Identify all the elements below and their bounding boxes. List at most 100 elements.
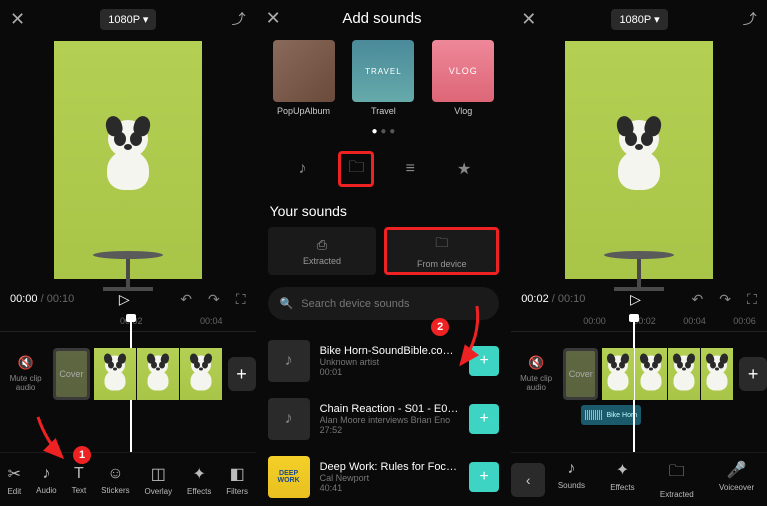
- sound-row[interactable]: DEEPWORK Deep Work: Rules for Focused…Cal…: [268, 448, 500, 506]
- sound-artist: Unknown artist: [320, 357, 460, 367]
- editor-panel-3: ✕ 1080P ▾ ⤴ 00:02 / 00:10 ▷ ↶ ↷ ⛶ 00:000…: [511, 0, 767, 506]
- extracted-subtab[interactable]: ⎙ Extracted: [268, 227, 377, 275]
- add-sound-button[interactable]: +: [469, 346, 499, 376]
- source-tabs: ♪ 🗀 ≡ ★: [256, 143, 512, 195]
- editor-panel-1: ✕ 1080P ▾ ⤴ 00:00 / 00:10 ▷ ↶ ↷ ⛶ 00:020…: [0, 0, 256, 506]
- list-tab[interactable]: ≡: [392, 151, 428, 187]
- close-icon[interactable]: ✕: [266, 8, 281, 29]
- album-row: PopUpAlbum TRAVELTravel VLOGVlog: [256, 36, 512, 120]
- fullscreen-icon[interactable]: ⛶: [236, 291, 246, 308]
- album-popupalbum[interactable]: PopUpAlbum: [273, 40, 335, 116]
- time-display: 00:00 / 00:10: [10, 293, 74, 305]
- folder-tab[interactable]: 🗀: [338, 151, 374, 187]
- carousel-dots[interactable]: ● ● ●: [256, 120, 512, 143]
- sound-duration: 40:41: [320, 483, 460, 493]
- album-vlog[interactable]: VLOGVlog: [432, 40, 494, 116]
- sound-artist: Cal Newport: [320, 473, 460, 483]
- bottom-toolbar: ✂Edit ♪Audio TText ☺Stickers ◫Overlay ✦Effect…: [0, 452, 256, 506]
- resolution-selector[interactable]: 1080P ▾: [100, 9, 156, 30]
- tool-filters[interactable]: ◧Filters: [226, 464, 248, 496]
- mute-label: Mute clip audio: [511, 375, 561, 393]
- tool-text[interactable]: TText: [72, 465, 87, 495]
- extracted-icon: 🗀: [669, 460, 685, 487]
- sound-title: Deep Work: Rules for Focused…: [320, 461, 460, 473]
- album-thumbnail: VLOG: [432, 40, 494, 102]
- mute-label: Mute clip audio: [0, 375, 51, 393]
- video-preview[interactable]: [0, 38, 256, 282]
- cover-button[interactable]: Cover: [53, 348, 89, 400]
- tool-effects[interactable]: ✦Effects: [610, 460, 634, 499]
- filters-icon: ◧: [230, 464, 245, 484]
- resolution-selector[interactable]: 1080P ▾: [611, 9, 667, 30]
- export-icon[interactable]: ⤴: [232, 9, 246, 29]
- effects-icon: ✦: [192, 464, 205, 484]
- video-preview[interactable]: [511, 38, 767, 282]
- album-travel[interactable]: TRAVELTravel: [352, 40, 414, 116]
- music-note-icon: ♪: [268, 340, 310, 382]
- effects-icon: ✦: [616, 460, 629, 480]
- voiceover-icon: 🎤: [727, 460, 747, 480]
- tool-extracted[interactable]: 🗀Extracted: [660, 460, 694, 499]
- play-button[interactable]: ▷: [630, 291, 641, 308]
- close-icon[interactable]: ✕: [521, 9, 536, 30]
- tool-effects[interactable]: ✦Effects: [187, 464, 211, 496]
- overlay-icon: ◫: [151, 464, 166, 484]
- sound-duration: 27:52: [320, 425, 460, 435]
- extracted-icon: ⎙: [317, 237, 327, 253]
- undo-icon[interactable]: ↶: [691, 291, 703, 308]
- play-button[interactable]: ▷: [119, 291, 130, 308]
- sounds-list: ♪Bike Horn-SoundBible.com-6…Unknown arti…: [256, 332, 512, 506]
- export-icon[interactable]: ⤴: [743, 9, 757, 29]
- album-thumbnail: [273, 40, 335, 102]
- tool-edit[interactable]: ✂Edit: [7, 464, 21, 496]
- sound-artist: Alan Moore interviews Brian Eno: [320, 415, 460, 425]
- mute-icon[interactable]: 🔇: [18, 355, 34, 371]
- search-icon: 🔍: [280, 297, 294, 310]
- mute-icon[interactable]: 🔇: [528, 355, 544, 371]
- timeline[interactable]: 00:0000:0200:0400:06 🔇 Mute clip audio C…: [511, 316, 767, 452]
- from-device-subtab[interactable]: 🗀 From device: [384, 227, 499, 275]
- sounds-icon: ♪: [567, 460, 575, 478]
- search-bar[interactable]: 🔍: [268, 287, 500, 320]
- clip-strip[interactable]: [94, 348, 222, 400]
- redo-icon[interactable]: ↷: [208, 291, 220, 308]
- sound-row[interactable]: ♪Bike Horn-SoundBible.com-6…Unknown arti…: [268, 332, 500, 390]
- back-button[interactable]: ‹: [511, 463, 545, 497]
- timeline[interactable]: 00:0200:04 🔇 Mute clip audio Cover +: [0, 316, 256, 452]
- add-sound-button[interactable]: +: [469, 404, 499, 434]
- add-clip-button[interactable]: +: [228, 357, 256, 391]
- edit-icon: ✂: [8, 464, 21, 484]
- redo-icon[interactable]: ↷: [719, 291, 731, 308]
- music-note-icon: ♪: [268, 398, 310, 440]
- cover-button[interactable]: Cover: [563, 348, 598, 400]
- close-icon[interactable]: ✕: [10, 9, 25, 30]
- tool-overlay[interactable]: ◫Overlay: [145, 464, 173, 496]
- section-heading: Your sounds: [256, 195, 512, 227]
- tool-audio[interactable]: ♪Audio: [36, 465, 56, 495]
- sound-duration: 00:01: [320, 367, 460, 377]
- panel-title: Add sounds: [281, 10, 484, 27]
- sound-thumbnail: DEEPWORK: [268, 456, 310, 498]
- tool-voiceover[interactable]: 🎤Voiceover: [719, 460, 754, 499]
- time-display: 00:02 / 00:10: [521, 293, 585, 305]
- waveform-icon: [585, 410, 603, 420]
- clip-strip[interactable]: [602, 348, 733, 400]
- stickers-icon: ☺: [107, 465, 123, 483]
- search-input[interactable]: [301, 298, 487, 310]
- fullscreen-icon[interactable]: ⛶: [747, 291, 757, 308]
- add-clip-button[interactable]: +: [739, 357, 766, 391]
- folder-icon: 🗀: [435, 234, 448, 256]
- sound-title: Chain Reaction - S01 - E06 -…: [320, 403, 460, 415]
- tool-sounds[interactable]: ♪Sounds: [558, 460, 585, 499]
- tiktok-tab[interactable]: ♪: [285, 151, 321, 187]
- audio-clip[interactable]: Bike Horn: [581, 405, 641, 425]
- album-thumbnail: TRAVEL: [352, 40, 414, 102]
- undo-icon[interactable]: ↶: [180, 291, 192, 308]
- add-sounds-panel: ✕ Add sounds PopUpAlbum TRAVELTravel VLOGV…: [256, 0, 512, 506]
- favorites-tab[interactable]: ★: [446, 151, 482, 187]
- sound-row[interactable]: ♪ Chain Reaction - S01 - E06 -…Alan Moore…: [268, 390, 500, 448]
- add-sound-button[interactable]: +: [469, 462, 499, 492]
- text-icon: T: [74, 465, 84, 483]
- tool-stickers[interactable]: ☺Stickers: [101, 465, 129, 495]
- audio-icon: ♪: [42, 465, 50, 483]
